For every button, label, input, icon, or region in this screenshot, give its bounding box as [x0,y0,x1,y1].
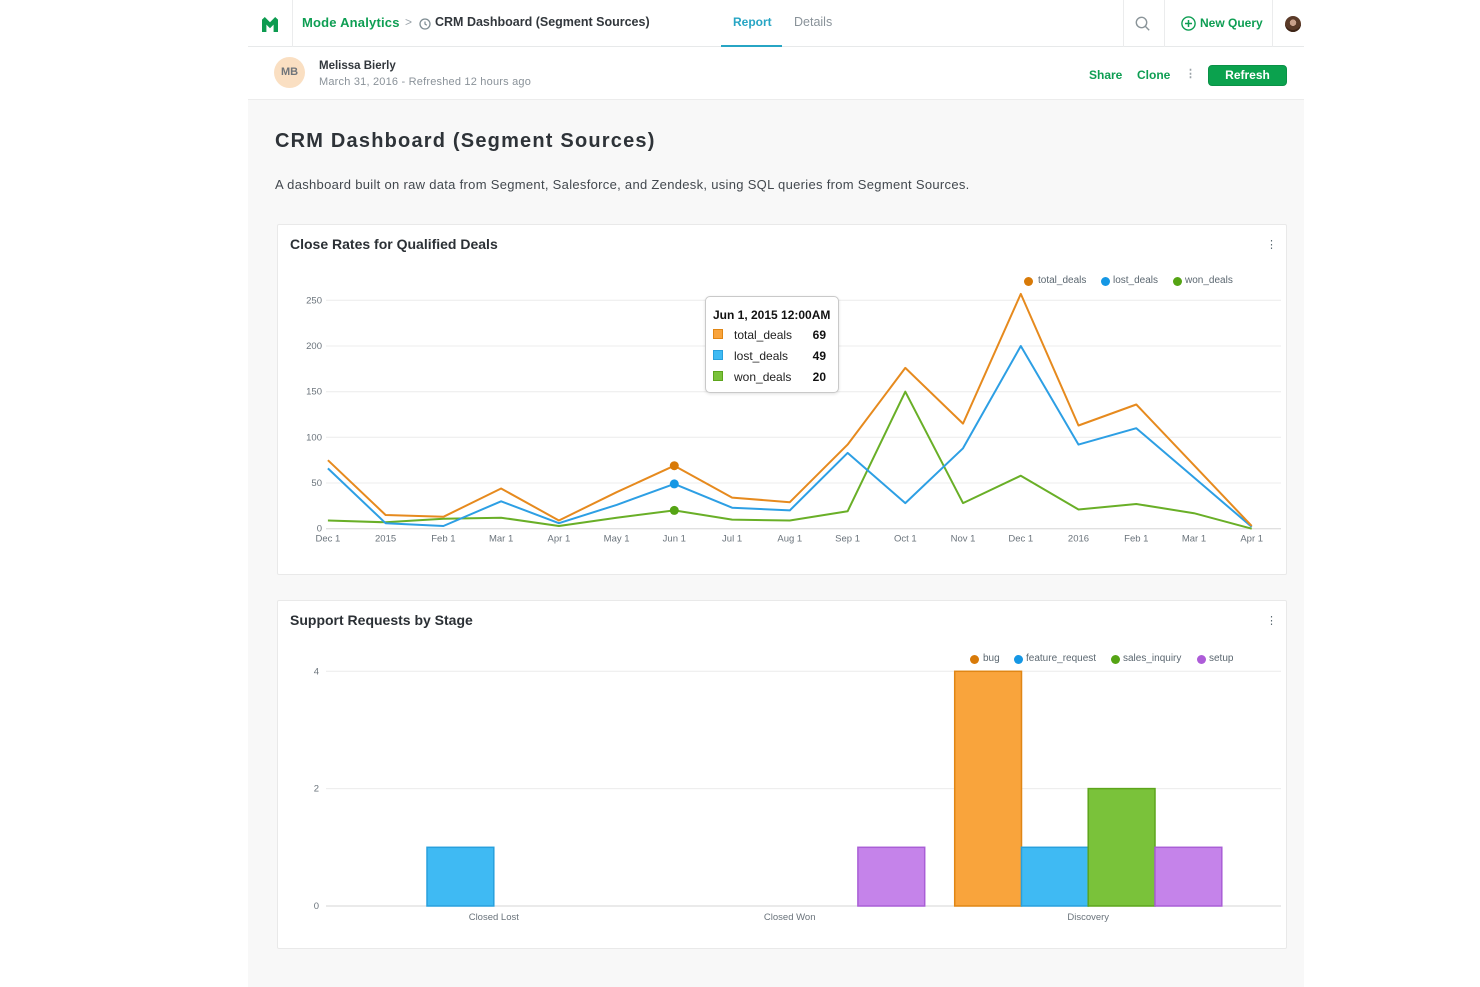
svg-text:50: 50 [311,478,322,489]
svg-text:150: 150 [306,387,322,398]
svg-text:Aug 1: Aug 1 [777,534,802,545]
svg-text:Apr 1: Apr 1 [548,534,571,545]
svg-text:2: 2 [314,784,319,795]
svg-text:Oct 1: Oct 1 [894,534,917,545]
svg-text:Sep 1: Sep 1 [835,534,860,545]
svg-text:Mar 1: Mar 1 [1182,534,1206,545]
svg-text:Dec 1: Dec 1 [1008,534,1033,545]
svg-text:Mar 1: Mar 1 [489,534,513,545]
svg-text:Jun 1: Jun 1 [663,534,686,545]
svg-text:4: 4 [314,666,319,677]
svg-text:Dec 1: Dec 1 [315,534,340,545]
svg-text:May 1: May 1 [604,534,630,545]
svg-text:Closed Lost: Closed Lost [469,912,520,923]
svg-text:250: 250 [306,295,322,306]
svg-text:Apr 1: Apr 1 [1240,534,1263,545]
svg-text:Jul 1: Jul 1 [722,534,742,545]
svg-text:200: 200 [306,341,322,352]
svg-text:Closed Won: Closed Won [764,912,816,923]
svg-text:Discovery: Discovery [1067,912,1109,923]
svg-text:Feb 1: Feb 1 [431,534,455,545]
svg-text:0: 0 [314,901,319,912]
svg-text:Feb 1: Feb 1 [1124,534,1148,545]
svg-text:2015: 2015 [375,534,396,545]
svg-text:2016: 2016 [1068,534,1089,545]
svg-text:Nov 1: Nov 1 [951,534,976,545]
svg-text:100: 100 [306,432,322,443]
